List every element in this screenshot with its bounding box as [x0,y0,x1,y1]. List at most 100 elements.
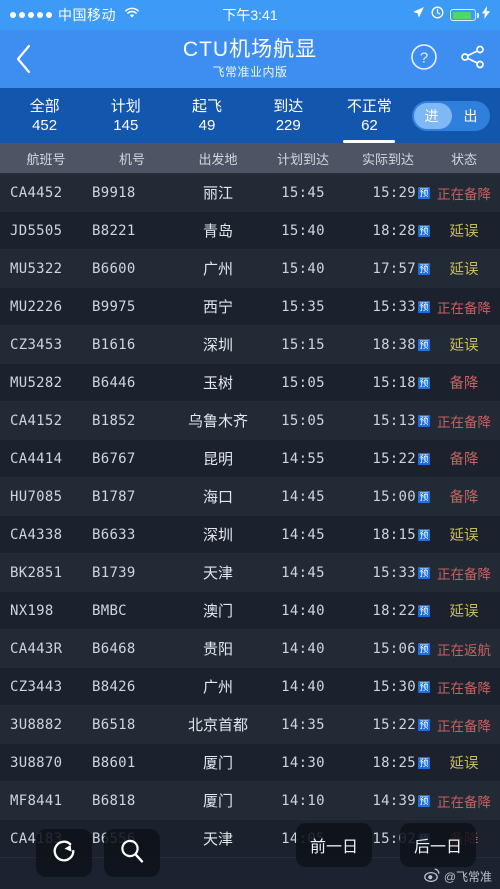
cell-actual-arrival: 15:00 预 [342,489,434,505]
cell-actual-arrival: 18:22 预 [342,603,434,619]
table-row[interactable]: MU2226 B9975 西宁 15:35 15:33 预正在备降 [0,288,500,326]
cell-scheduled-arrival: 14:40 [281,640,325,657]
cell-scheduled-arrival: 14:55 [281,450,325,467]
tab-abnormal[interactable]: 不正常 62 [329,88,410,143]
table-row[interactable]: CZ3453 B1616 深圳 15:15 18:38 预延误 [0,326,500,364]
header-actual-arrival: 实际到达 [361,151,414,167]
back-button[interactable] [14,43,34,75]
table-row[interactable]: CA4152 B1852 乌鲁木齐 15:05 15:13 预正在备降 [0,402,500,440]
status-bar-right [412,6,490,24]
status-bar-left: 中国移动 [10,5,140,25]
estimate-badge: 预 [418,490,430,503]
cell-origin: 昆明 [202,451,233,468]
cell-flight-no: CA443R [10,640,63,657]
cell-tail-no: B1787 [92,488,136,505]
cell-flight-no: CA4452 [10,184,63,201]
cell-actual-arrival: 15:29 预 [342,185,434,201]
table-row[interactable]: 3U8882 B6518 北京首都 14:35 15:22 预正在备降 [0,706,500,744]
actual-time: 15:18 [372,374,416,391]
table-row[interactable]: CA4452 B9918 丽江 15:45 15:29 预正在备降 [0,174,500,212]
estimate-badge: 预 [418,186,430,199]
cell-origin: 乌鲁木齐 [187,413,248,430]
cell-tail-no: B6818 [92,792,136,809]
table-row[interactable]: MU5322 B6600 广州 15:40 17:57 预延误 [0,250,500,288]
cell-actual-arrival: 15:18 预 [342,375,434,391]
actual-time: 18:38 [372,336,416,353]
cell-flight-no: MU2226 [10,298,63,315]
cell-scheduled-arrival: 15:40 [281,222,325,239]
table-row[interactable]: CA443R B6468 贵阳 14:40 15:06 预正在返航 [0,630,500,668]
cell-tail-no: B6446 [92,374,136,391]
weibo-watermark: @飞常准 [423,868,492,885]
cell-status: 正在返航 [437,642,491,658]
cell-tail-no: B1616 [92,336,136,353]
cell-actual-arrival: 14:39 预 [342,793,434,809]
toggle-inbound-label[interactable]: 进 [412,106,451,126]
flight-table-body: CA4452 B9918 丽江 15:45 15:29 预正在备降 JD5505 B8221 青… [0,174,500,858]
next-day-label: 后一日 [414,839,463,856]
cell-actual-arrival: 18:15 预 [342,527,434,543]
actual-time: 15:22 [372,450,416,467]
cell-status: 延误 [449,338,479,354]
table-row[interactable]: CA4338 B6633 深圳 14:45 18:15 预延误 [0,516,500,554]
estimate-badge: 预 [418,376,430,389]
table-row[interactable]: 3U8870 B8601 厦门 14:30 18:25 预延误 [0,744,500,782]
share-icon[interactable] [460,45,486,74]
tab-all-count: 452 [32,116,58,134]
cell-tail-no: B6767 [92,450,136,467]
header-scheduled-arrival: 计划到达 [276,151,329,167]
actual-time: 17:57 [372,260,416,277]
cell-origin: 海口 [202,489,233,506]
estimate-badge: 预 [418,414,430,427]
next-day-button[interactable]: 后一日 [400,823,477,867]
table-row[interactable]: MF8441 B6818 厦门 14:10 14:39 预正在备降 [0,782,500,820]
table-row[interactable]: NX198 BMBC 澳门 14:40 18:22 预延误 [0,592,500,630]
table-row[interactable]: JD5505 B8221 青岛 15:40 18:28 预延误 [0,212,500,250]
tab-scheduled[interactable]: 计划 145 [85,88,166,143]
estimate-badge: 预 [418,794,430,807]
inbound-outbound-toggle[interactable]: 进 出 [412,100,491,131]
question-circle-icon[interactable]: ? [410,43,438,76]
weibo-icon [423,868,440,885]
estimate-badge: 预 [418,338,430,351]
actual-time: 15:22 [372,716,416,733]
cell-scheduled-arrival: 14:10 [281,792,325,809]
tab-all[interactable]: 全部 452 [4,88,85,143]
cell-scheduled-arrival: 15:45 [281,184,325,201]
cell-status: 延误 [449,528,479,544]
cell-flight-no: BK2851 [10,564,63,581]
cell-origin: 深圳 [202,337,233,354]
search-button[interactable] [104,829,160,877]
cell-status: 正在备降 [437,794,491,810]
table-row[interactable]: CA4414 B6767 昆明 14:55 15:22 预备降 [0,440,500,478]
table-row[interactable]: HU7085 B1787 海口 14:45 15:00 预备降 [0,478,500,516]
alarm-clock-icon [431,6,444,24]
cell-origin: 贵阳 [202,641,233,658]
navigation-bar: CTU机场航显 飞常准业内版 ? [0,30,500,88]
tab-departures[interactable]: 起飞 49 [166,88,247,143]
cell-scheduled-arrival: 14:30 [281,754,325,771]
cell-status: 延误 [449,224,479,240]
table-row[interactable]: CZ3443 B8426 广州 14:40 15:30 预正在备降 [0,668,500,706]
table-row[interactable]: MU5282 B6446 玉树 15:05 15:18 预备降 [0,364,500,402]
actual-time: 18:28 [372,222,416,239]
cell-status: 正在备降 [437,300,491,316]
battery-icon [450,9,479,21]
toggle-outbound-label[interactable]: 出 [451,106,490,126]
previous-day-button[interactable]: 前一日 [296,823,373,867]
tab-departures-label: 起飞 [192,97,223,115]
estimate-badge: 预 [418,718,430,731]
actual-time: 18:25 [372,754,416,771]
tab-abnormal-label: 不正常 [346,97,392,115]
tab-arrivals[interactable]: 到达 229 [248,88,329,143]
cell-tail-no: B6468 [92,640,136,657]
cell-scheduled-arrival: 14:40 [281,602,325,619]
cell-status: 备降 [449,452,479,468]
cell-actual-arrival: 15:22 预 [342,717,434,733]
table-row[interactable]: BK2851 B1739 天津 14:45 15:33 预正在备降 [0,554,500,592]
location-arrow-icon [412,6,425,24]
refresh-button[interactable] [36,829,92,877]
cell-flight-no: CZ3443 [10,678,63,695]
cell-tail-no: B9975 [92,298,136,315]
header-status: 状态 [450,151,477,167]
